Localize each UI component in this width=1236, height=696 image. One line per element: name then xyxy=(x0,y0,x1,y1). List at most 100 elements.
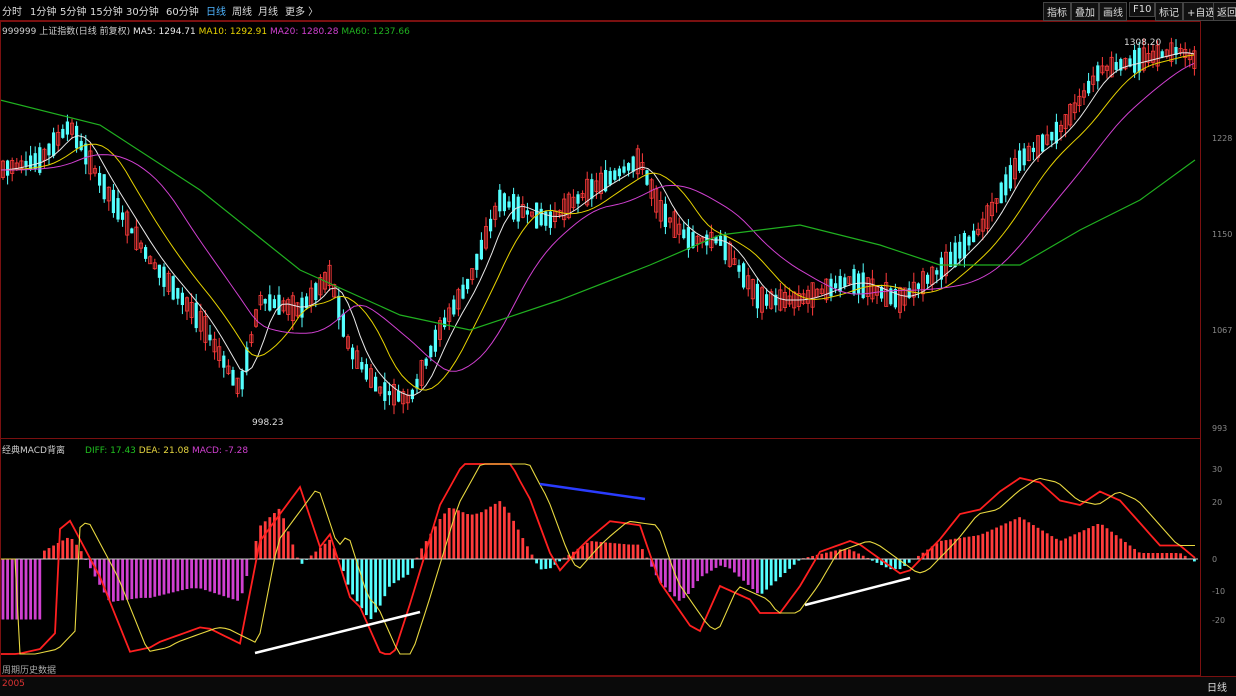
macd-histogram-bar xyxy=(457,510,460,559)
macd-histogram-bar xyxy=(613,543,616,559)
candle-body xyxy=(425,359,428,366)
macd-histogram-bar xyxy=(1041,531,1044,560)
macd-histogram-bar xyxy=(540,559,543,569)
candle-body xyxy=(1004,174,1007,195)
macd-histogram-bar xyxy=(172,559,175,592)
macd-histogram-bar xyxy=(1124,542,1127,559)
macd-histogram-bar xyxy=(793,559,796,565)
low-price-label: 998.23 xyxy=(252,418,284,428)
axis-label: 993 xyxy=(1212,424,1227,433)
kline-chart[interactable] xyxy=(0,0,1236,695)
macd-histogram-bar xyxy=(715,559,718,568)
candle-body xyxy=(34,153,37,169)
macd-histogram-bar xyxy=(784,559,787,573)
candle-body xyxy=(958,242,961,259)
macd-histogram-bar xyxy=(770,559,773,585)
macd-histogram-bar xyxy=(843,549,846,559)
candle-body xyxy=(963,233,966,258)
macd-histogram-bar xyxy=(774,559,777,581)
macd-histogram-bar xyxy=(11,559,14,620)
macd-histogram-bar xyxy=(673,559,676,596)
candle-body xyxy=(66,121,69,134)
period-indicator[interactable]: 日线 xyxy=(1207,679,1227,694)
candle-body xyxy=(480,240,483,259)
macd-histogram-bar xyxy=(328,540,331,560)
macd-histogram-bar xyxy=(1133,549,1136,560)
candle-body xyxy=(742,263,745,287)
macd-histogram-bar xyxy=(1023,520,1026,560)
axis-label: 1150 xyxy=(1212,230,1232,239)
candle-body xyxy=(940,258,943,280)
axis-label: 1067 xyxy=(1212,326,1232,335)
candle-body xyxy=(181,293,184,305)
macd-histogram-bar xyxy=(462,512,465,559)
macd-histogram-bar xyxy=(480,512,483,559)
candle-body xyxy=(80,141,83,150)
macd-histogram-bar xyxy=(1087,528,1090,559)
macd-histogram-bar xyxy=(1106,528,1109,559)
candle-body xyxy=(360,362,363,369)
macd-histogram-bar xyxy=(370,559,373,619)
candle-body xyxy=(98,173,101,186)
macd-histogram-bar xyxy=(475,514,478,560)
candle-body xyxy=(429,346,432,357)
candle-body xyxy=(466,279,469,289)
candle-body xyxy=(590,179,593,198)
candle-body xyxy=(526,210,529,214)
macd-histogram-bar xyxy=(1027,522,1030,559)
candle-body xyxy=(549,211,552,227)
macd-histogram-bar xyxy=(1004,523,1007,559)
macd-histogram-bar xyxy=(761,559,764,594)
macd-histogram-bar xyxy=(1119,539,1122,560)
candle-body xyxy=(443,318,446,328)
macd-histogram-bar xyxy=(604,542,607,559)
macd-histogram-bar xyxy=(995,528,998,560)
macd-histogram-bar xyxy=(1069,536,1072,559)
macd-histogram-bar xyxy=(945,540,948,559)
macd-histogram-bar xyxy=(705,559,708,573)
macd-histogram-bar xyxy=(75,545,78,560)
candle-body xyxy=(241,371,244,389)
candle-body xyxy=(434,330,437,352)
macd-histogram-bar xyxy=(848,549,851,559)
macd-histogram-bar xyxy=(199,559,202,589)
candle-body xyxy=(452,300,455,315)
candle-body xyxy=(894,289,897,307)
candle-body xyxy=(967,237,970,246)
macd-histogram-bar xyxy=(241,559,244,593)
candle-body xyxy=(264,299,267,304)
candle-body xyxy=(172,276,175,299)
candle-body xyxy=(158,265,161,278)
macd-histogram-bar xyxy=(420,548,423,559)
candle-body xyxy=(843,277,846,286)
macd-histogram-bar xyxy=(209,559,212,592)
candle-body xyxy=(342,314,345,337)
candle-body xyxy=(61,129,64,138)
macd-histogram-bar xyxy=(503,507,506,560)
macd-histogram-bar xyxy=(471,515,474,560)
macd-histogram-bar xyxy=(227,559,230,598)
macd-histogram-bar xyxy=(153,559,156,597)
macd-histogram-bar xyxy=(586,543,589,560)
candle-body xyxy=(1018,151,1021,171)
macd-histogram-bar xyxy=(61,540,64,559)
macd-histogram-bar xyxy=(1009,521,1012,559)
macd-histogram-bar xyxy=(738,559,741,577)
macd-histogram-bar xyxy=(25,559,28,620)
macd-histogram-bar xyxy=(498,501,501,559)
macd-histogram-bar xyxy=(494,504,497,560)
macd-histogram-bar xyxy=(38,559,41,620)
candle-body xyxy=(1138,48,1141,73)
candle-body xyxy=(682,229,685,238)
candle-body xyxy=(231,370,234,386)
macd-histogram-bar xyxy=(894,559,897,569)
bearish-divergence-line xyxy=(540,484,645,499)
macd-histogram-bar xyxy=(324,544,327,560)
macd-histogram-bar xyxy=(268,517,271,559)
macd-histogram-bar xyxy=(130,559,133,599)
candle-body xyxy=(121,212,124,219)
macd-histogram-bar xyxy=(485,509,488,559)
macd-histogram-bar xyxy=(876,559,879,563)
macd-panel xyxy=(0,464,1198,654)
macd-histogram-bar xyxy=(521,538,524,559)
